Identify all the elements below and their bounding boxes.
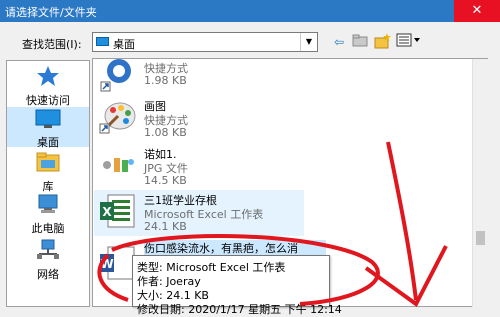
view-menu-button[interactable] (396, 33, 422, 51)
file-info-tooltip: 类型: Microsoft Excel 工作表 作者: Joeray 大小: 2… (132, 255, 342, 316)
place-label: 网络 (37, 268, 59, 281)
desktop-icon (35, 109, 61, 128)
place-label: 此电脑 (31, 222, 65, 235)
look-in-dropdown[interactable]: 桌面 ▼ (92, 32, 318, 52)
file-size: 14.5 KB (144, 174, 187, 187)
place-this-pc[interactable]: 此电脑 (7, 191, 89, 235)
list-item[interactable]: 画图 快捷方式 1.08 KB (94, 96, 304, 140)
file-size: 1.98 KB (144, 74, 187, 87)
close-button[interactable]: ✕ (454, 0, 500, 22)
look-in-label: 查找范围(I): (22, 38, 82, 51)
list-item[interactable]: X 三1班学业存根 Microsoft Excel 工作表 24.1 KB (94, 190, 304, 236)
paint-icon (99, 102, 136, 134)
place-quick-access[interactable]: 快速访问 (7, 63, 89, 107)
place-network[interactable]: 网络 (7, 237, 89, 281)
library-icon (36, 152, 60, 172)
list-item[interactable]: 诺如1. JPG 文件 14.5 KB (94, 144, 304, 188)
place-desktop[interactable]: 桌面 (7, 107, 89, 149)
file-size: 24.1 KB (144, 220, 187, 233)
vertical-scrollbar[interactable] (472, 59, 488, 307)
places-bar: 快速访问 桌面 库 此电脑 网络 (6, 60, 90, 307)
new-folder-icon (374, 33, 391, 49)
svg-text:W: W (100, 257, 113, 271)
back-button[interactable]: ⇦ (332, 33, 346, 51)
place-label: 桌面 (37, 136, 59, 149)
place-label: 快速访问 (26, 94, 70, 107)
window-title: 请选择文件/文件夹 (5, 6, 97, 19)
tooltip-date: 修改日期: 2020/1/17 星期五 下午 12:14 (137, 303, 342, 316)
jpg-image-icon (100, 150, 136, 180)
svg-text:X: X (102, 205, 112, 219)
network-icon (37, 239, 59, 259)
star-icon (37, 66, 59, 86)
file-name: 伤口感染流水，有黑疤，怎么消 (144, 240, 326, 256)
look-in-value: 桌面 (113, 38, 135, 51)
chevron-down-icon[interactable]: ▼ (300, 33, 317, 51)
file-size: 1.08 KB (144, 126, 187, 139)
place-libraries[interactable]: 库 (7, 149, 89, 193)
up-folder-button[interactable] (352, 33, 368, 51)
computer-icon (38, 194, 58, 213)
title-bar: 请选择文件/文件夹 ✕ (0, 0, 500, 22)
list-item[interactable]: 快捷方式 1.98 KB (94, 58, 304, 96)
new-folder-button[interactable] (374, 33, 392, 51)
scrollbar-thumb[interactable] (476, 231, 485, 245)
folder-up-icon (352, 34, 368, 47)
shortcut-app-icon (100, 59, 131, 92)
view-icon (396, 33, 420, 47)
desktop-icon (96, 37, 109, 46)
excel-icon: X (100, 194, 135, 228)
